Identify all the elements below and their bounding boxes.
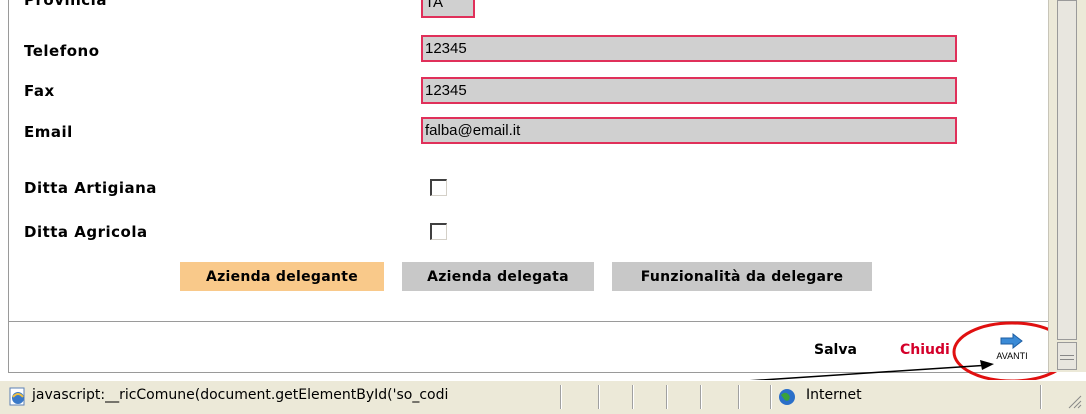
status-cell [700, 385, 702, 409]
resize-grip-icon[interactable] [1066, 393, 1082, 409]
page-icon [9, 387, 25, 406]
status-cell [738, 385, 740, 409]
status-cell [1040, 385, 1042, 409]
annotation-arrow-head [980, 360, 994, 370]
internet-zone-label: Internet [806, 387, 862, 403]
status-cell [770, 385, 772, 409]
status-cell [598, 385, 600, 409]
globe-icon [779, 389, 795, 405]
status-message: javascript:__ricComune(document.getEleme… [32, 387, 449, 403]
scroll-down-button[interactable] [1057, 342, 1077, 370]
status-cell [666, 385, 668, 409]
status-cell [560, 385, 562, 409]
annotation-overlay [257, 321, 1072, 413]
scroll-grip-icon [1060, 355, 1074, 356]
status-cell [632, 385, 634, 409]
scroll-grip-icon [1060, 359, 1074, 360]
status-bar: javascript:__ricComune(document.getEleme… [0, 380, 1086, 414]
scrollbar-thumb[interactable] [1057, 0, 1077, 340]
